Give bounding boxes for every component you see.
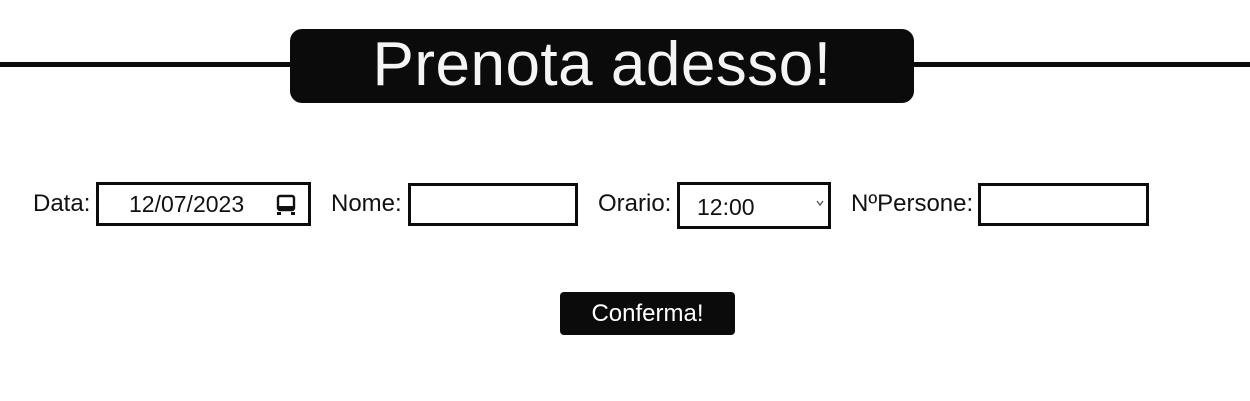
date-label: Data: bbox=[33, 190, 91, 217]
date-input[interactable]: 12/07/2023 bbox=[96, 182, 311, 226]
date-input-value: 12/07/2023 bbox=[129, 191, 245, 217]
name-input[interactable] bbox=[408, 183, 578, 226]
booking-form: Data: 12/07/2023 Nome: Orario: 12:00 NºP… bbox=[0, 182, 1250, 230]
confirm-button[interactable]: Conferma! bbox=[560, 292, 735, 335]
people-input[interactable] bbox=[978, 183, 1149, 226]
time-select-value: 12:00 bbox=[697, 194, 755, 220]
time-select[interactable]: 12:00 bbox=[677, 182, 831, 229]
chevron-down-icon bbox=[816, 200, 824, 207]
page-title: Prenota adesso! bbox=[372, 30, 832, 99]
time-label: Orario: bbox=[598, 190, 672, 217]
booking-page: Prenota adesso! Data: 12/07/2023 Nome: O… bbox=[0, 0, 1250, 401]
name-label: Nome: bbox=[331, 190, 402, 217]
people-label: NºPersone: bbox=[851, 190, 974, 217]
page-title-banner: Prenota adesso! bbox=[290, 29, 914, 103]
calendar-icon[interactable] bbox=[276, 194, 296, 216]
